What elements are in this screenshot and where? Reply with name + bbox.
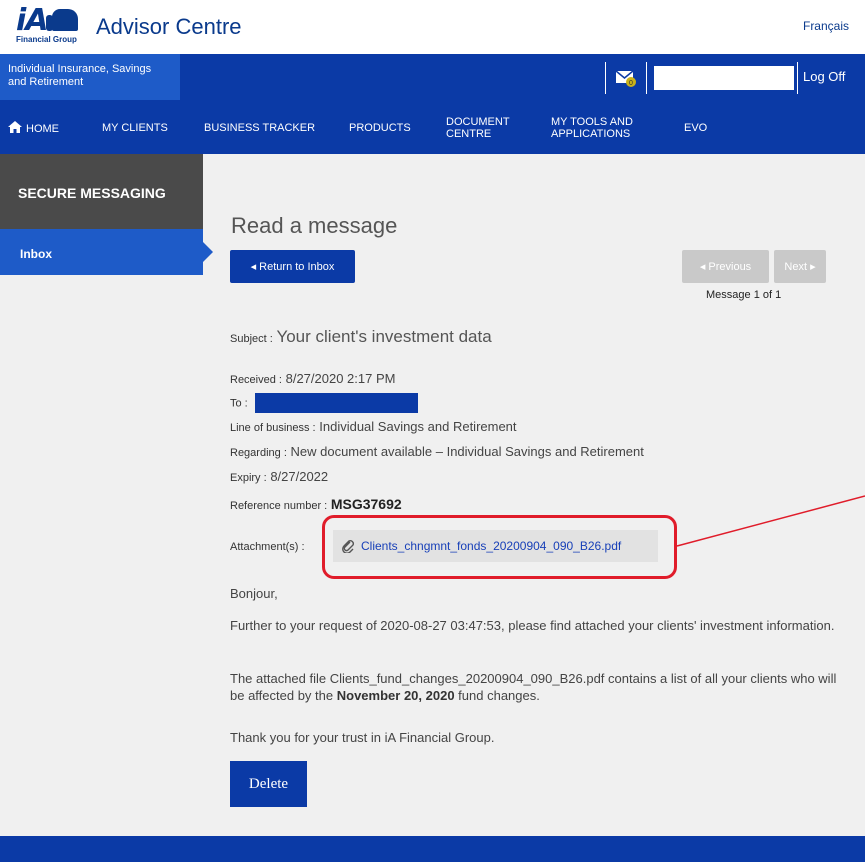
body-paragraph-3: Thank you for your trust in iA Financial…	[230, 730, 495, 745]
attachments-row: Attachment(s) :	[230, 538, 305, 553]
nav-document-centre[interactable]: DOCUMENT CENTRE	[446, 116, 526, 140]
nav-my-tools[interactable]: MY TOOLS AND APPLICATIONS	[551, 116, 651, 140]
highlight-callout	[322, 515, 677, 579]
to-label: To :	[230, 397, 248, 410]
reference-value: MSG37692	[330, 496, 402, 512]
expiry-row: Expiry : 8/27/2022	[230, 469, 328, 484]
attachments-label: Attachment(s) :	[230, 541, 305, 553]
greeting-text: Bonjour,	[230, 586, 278, 601]
divider	[797, 62, 798, 94]
lob-row: Line of business : Individual Savings an…	[230, 419, 517, 434]
language-link[interactable]: Français	[803, 19, 849, 33]
sidebar-item-inbox[interactable]: Inbox	[0, 229, 213, 275]
received-label: Received :	[230, 374, 282, 386]
logoff-button[interactable]: Log Off	[803, 69, 845, 84]
lob-label: Line of business :	[230, 422, 316, 434]
line-of-business-selector[interactable]: Individual Insurance, Savings and Retire…	[0, 54, 180, 100]
sidebar-item-label: Inbox	[20, 247, 52, 261]
para2-date: November 20, 2020	[336, 688, 455, 703]
next-button[interactable]: Next ▸	[774, 250, 826, 283]
para2-text-after: fund changes.	[458, 688, 540, 703]
svg-text:0: 0	[629, 80, 633, 87]
body-paragraph-1: Further to your request of 2020-08-27 03…	[230, 618, 835, 633]
elephant-icon	[46, 9, 78, 31]
nav-home[interactable]: HOME	[8, 121, 59, 135]
received-row: Received : 8/27/2020 2:17 PM	[230, 371, 395, 386]
expiry-label: Expiry :	[230, 472, 267, 484]
previous-button[interactable]: ◂ Previous	[682, 250, 769, 283]
top-header: iA Financial Group Advisor Centre França…	[0, 0, 865, 54]
nav-my-clients[interactable]: MY CLIENTS	[102, 122, 168, 134]
regarding-value: New document available – Individual Savi…	[290, 444, 644, 459]
logo-text: iA	[16, 3, 49, 38]
delete-button[interactable]: Delete	[230, 761, 307, 807]
main-nav: HOME MY CLIENTS BUSINESS TRACKER PRODUCT…	[0, 100, 865, 154]
return-to-inbox-button[interactable]: ◂ Return to Inbox	[230, 250, 355, 283]
received-value: 8/27/2020 2:17 PM	[285, 371, 396, 386]
messages-button[interactable]: 0	[605, 62, 647, 94]
regarding-row: Regarding : New document available – Ind…	[230, 444, 644, 459]
page-title: Read a message	[231, 213, 398, 238]
to-row: To :	[230, 393, 419, 413]
nav-home-label: HOME	[26, 123, 59, 135]
home-icon	[8, 121, 22, 133]
expiry-value: 8/27/2022	[270, 469, 329, 484]
mail-notification-icon: 0	[615, 70, 636, 87]
redacted-recipient	[255, 393, 419, 413]
subject-label: Subject :	[230, 333, 273, 345]
nav-evo[interactable]: EVO	[684, 122, 707, 134]
footer-bar	[0, 836, 865, 862]
logo-subtitle: Financial Group	[16, 35, 77, 44]
ia-logo[interactable]: iA Financial Group	[16, 3, 84, 47]
sidebar-title: SECURE MESSAGING	[0, 154, 203, 229]
search-input[interactable]	[654, 66, 794, 90]
nav-business-tracker[interactable]: BUSINESS TRACKER	[204, 122, 315, 134]
body-paragraph-2: The attached file Clients_fund_changes_2…	[230, 670, 850, 704]
regarding-label: Regarding :	[230, 447, 287, 459]
message-counter: Message 1 of 1	[706, 289, 782, 301]
lob-value: Individual Savings and Retirement	[319, 419, 517, 434]
reference-row: Reference number : MSG37692	[230, 496, 402, 512]
reference-label: Reference number :	[230, 500, 328, 512]
app-title: Advisor Centre	[96, 14, 242, 39]
subject-value: Your client's investment data	[276, 327, 492, 346]
nav-products[interactable]: PRODUCTS	[349, 122, 411, 134]
subject-row: Subject : Your client's investment data	[230, 327, 492, 347]
